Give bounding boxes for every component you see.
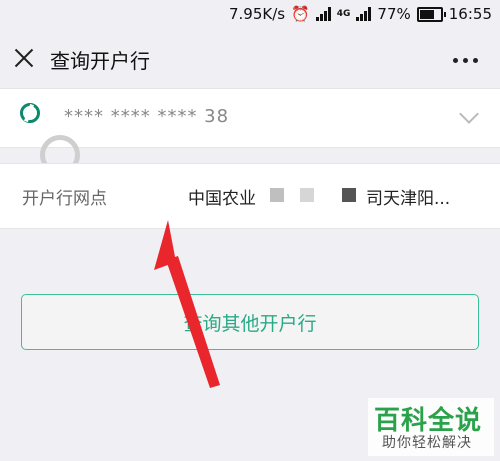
page-title: 查询开户行 — [50, 49, 150, 73]
query-other-bank-button[interactable]: 查询其他开户行 — [21, 294, 479, 350]
card-number: **** **** **** 38 — [64, 106, 230, 127]
chevron-down-icon[interactable] — [459, 104, 479, 124]
bank-logo-icon — [20, 103, 40, 123]
redaction-block — [270, 188, 284, 202]
red-arrow-annotation — [154, 220, 220, 388]
redaction-block — [300, 188, 314, 202]
status-bar: 7.95K/s ⏰ 4G 77% 16:55 — [0, 0, 500, 30]
watermark: 百科全说 助你轻松解决 — [368, 398, 494, 456]
branch-value-prefix: 中国农业 — [188, 189, 256, 209]
branch-value: 中国农业 司天津阳... — [188, 184, 450, 209]
branch-value-suffix: 司天津阳... — [366, 189, 451, 209]
alarm-icon: ⏰ — [291, 5, 310, 23]
branch-row: 开户行网点 中国农业 司天津阳... — [0, 163, 500, 229]
branch-label: 开户行网点 — [22, 189, 107, 209]
card-selector[interactable]: **** **** **** 38 — [0, 88, 500, 148]
battery-icon — [416, 6, 446, 22]
status-right: 7.95K/s ⏰ 4G 77% 16:55 — [229, 5, 492, 23]
network-speed: 7.95K/s — [228, 5, 286, 23]
redaction-block — [342, 188, 356, 202]
title-bar: 查询开户行 — [0, 30, 500, 88]
close-icon[interactable] — [14, 48, 34, 68]
more-icon[interactable] — [453, 58, 478, 63]
watermark-subtitle: 助你轻松解决 — [382, 435, 472, 451]
arrow-shaft — [166, 256, 220, 388]
battery-percent: 77% — [377, 5, 411, 23]
network-type: 4G — [336, 9, 351, 19]
signal-icon-2 — [356, 7, 372, 21]
signal-icon — [315, 7, 331, 21]
clock: 16:55 — [448, 5, 492, 23]
